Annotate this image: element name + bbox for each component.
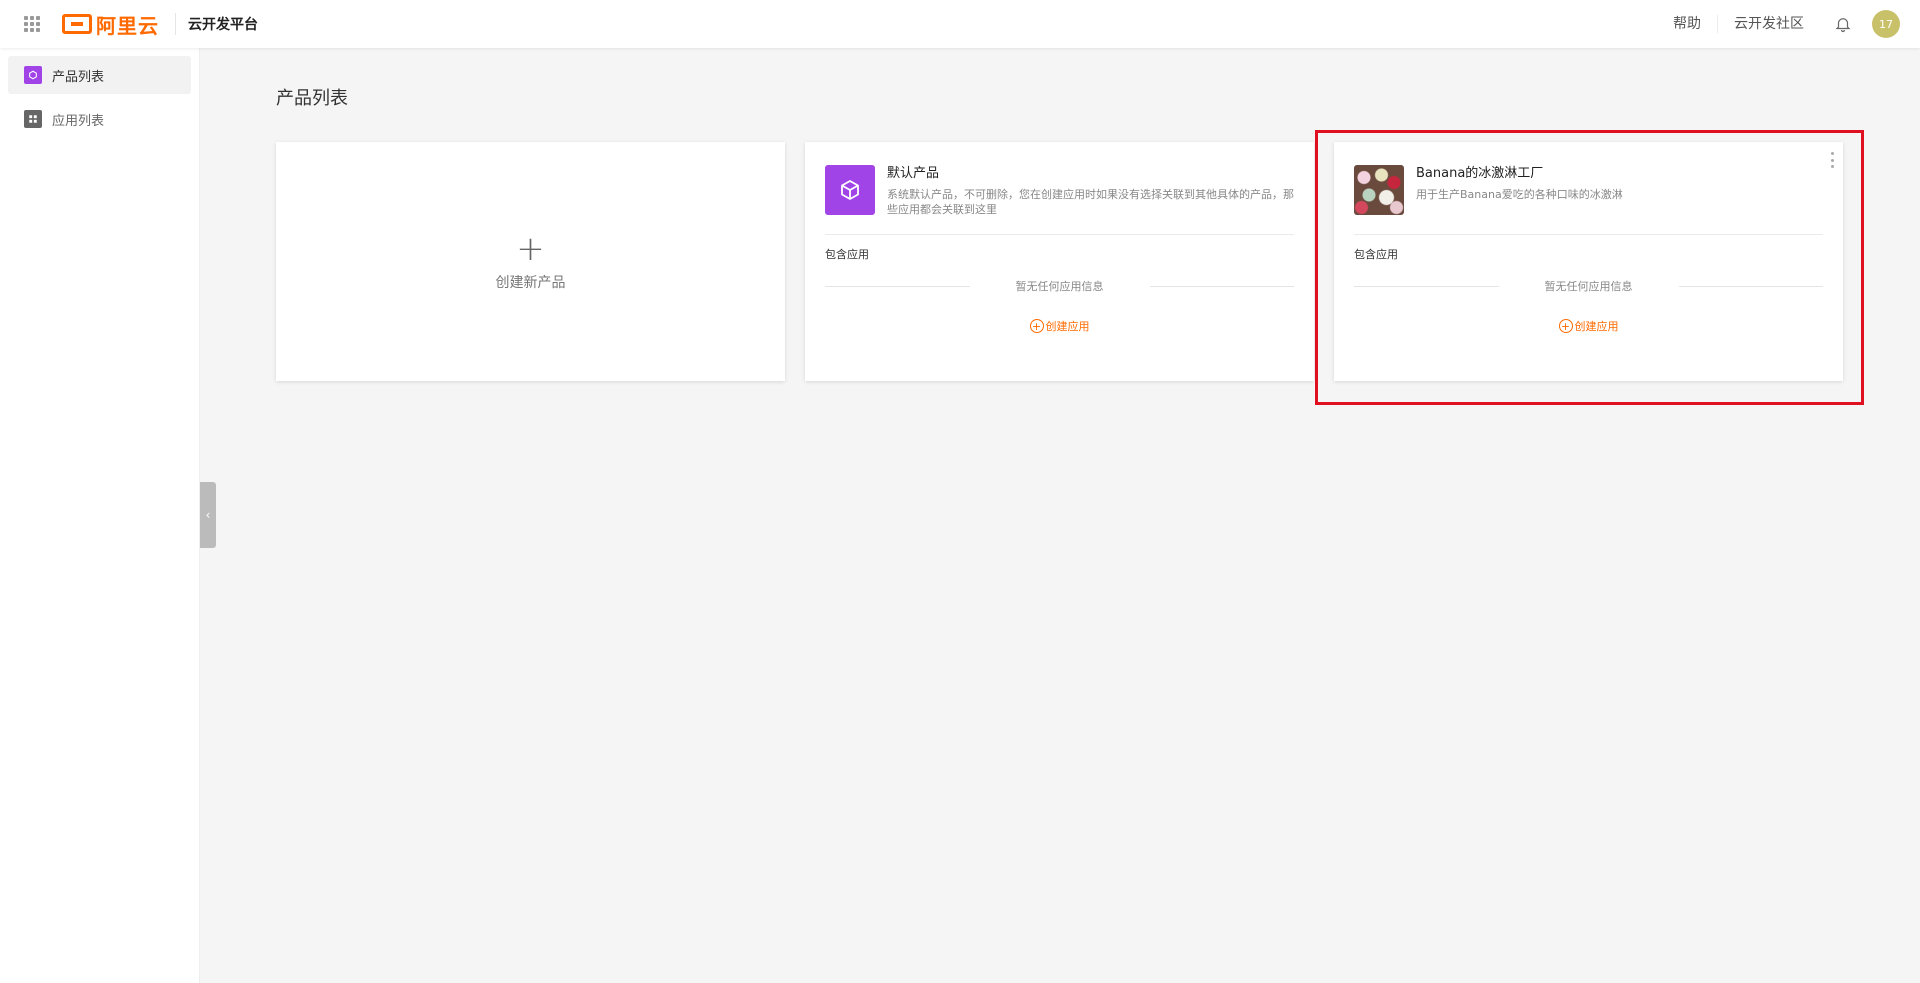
create-product-label: 创建新产品: [495, 274, 566, 291]
top-bar: 阿里云 云开发平台 帮助 云开发社区 17: [0, 0, 1920, 48]
create-app-button[interactable]: + 创建应用: [805, 318, 1314, 334]
ice-cream-image: [1354, 165, 1404, 215]
sidebar-collapse-button[interactable]: ‹: [200, 482, 216, 548]
product-name[interactable]: 默认产品: [887, 165, 1297, 183]
header-actions: 帮助 云开发社区 17: [1657, 0, 1920, 48]
create-app-label: 创建应用: [1045, 320, 1090, 333]
product-card-default[interactable]: 默认产品 系统默认产品，不可删除，您在创建应用时如果没有选择关联到其他具体的产品…: [805, 142, 1314, 381]
user-avatar[interactable]: 17: [1872, 10, 1900, 38]
plus-circle-icon: +: [1029, 319, 1044, 333]
sidebar: 产品列表 应用列表: [0, 48, 200, 983]
product-description: 用于生产Banana爱吃的各种口味的冰激淋: [1416, 188, 1623, 201]
sidebar-item-label: 产品列表: [52, 69, 105, 85]
aliyun-logo-mark: [62, 14, 92, 34]
product-name[interactable]: Banana的冰激淋工厂: [1416, 165, 1826, 183]
product-card-header: Banana的冰激淋工厂 用于生产Banana爱吃的各种口味的冰激淋: [1354, 165, 1823, 235]
sidebar-item-products[interactable]: 产品列表: [8, 56, 191, 94]
empty-apps-state: 暂无任何应用信息: [825, 278, 1294, 294]
product-card-header: 默认产品 系统默认产品，不可删除，您在创建应用时如果没有选择关联到其他具体的产品…: [825, 165, 1294, 235]
page-title: 产品列表: [276, 88, 348, 109]
sidebar-item-apps[interactable]: 应用列表: [8, 100, 191, 138]
aliyun-logo[interactable]: 阿里云: [62, 10, 159, 39]
product-description: 系统默认产品，不可删除，您在创建应用时如果没有选择关联到其他具体的产品，那些应用…: [887, 188, 1294, 216]
create-product-card[interactable]: + 创建新产品: [276, 142, 785, 381]
brand-name: 阿里云: [96, 13, 159, 38]
header-divider: [175, 13, 176, 35]
plus-icon: +: [516, 228, 545, 269]
platform-name[interactable]: 云开发平台: [188, 14, 258, 34]
included-apps-label: 包含应用: [825, 248, 869, 261]
app-grid-icon[interactable]: [24, 16, 40, 32]
help-link[interactable]: 帮助: [1657, 15, 1718, 33]
more-options-icon[interactable]: [1829, 152, 1835, 168]
create-app-label: 创建应用: [1574, 320, 1619, 333]
empty-apps-text: 暂无任何应用信息: [1015, 280, 1104, 293]
chevron-left-icon: ‹: [205, 508, 211, 522]
sidebar-item-label: 应用列表: [52, 113, 105, 129]
create-app-button[interactable]: + 创建应用: [1334, 318, 1843, 334]
community-link[interactable]: 云开发社区: [1718, 15, 1820, 33]
included-apps-label: 包含应用: [1354, 248, 1398, 261]
plus-circle-icon: +: [1558, 319, 1573, 333]
apps-icon: [24, 110, 42, 128]
product-card-banana[interactable]: Banana的冰激淋工厂 用于生产Banana爱吃的各种口味的冰激淋 包含应用 …: [1334, 142, 1843, 381]
empty-apps-state: 暂无任何应用信息: [1354, 278, 1823, 294]
bell-icon[interactable]: [1834, 15, 1852, 33]
cube-icon: [825, 165, 875, 215]
cube-icon: [24, 66, 42, 84]
empty-apps-text: 暂无任何应用信息: [1544, 280, 1633, 293]
